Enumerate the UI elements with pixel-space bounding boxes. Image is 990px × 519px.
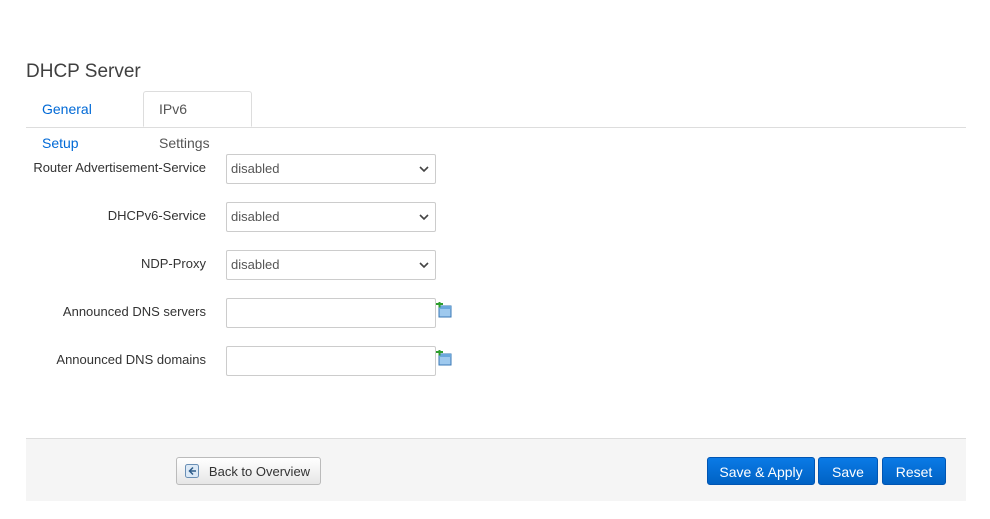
chevron-down-icon: [419, 214, 429, 221]
dhcpv6-label: DHCPv6-Service: [107, 208, 206, 223]
tab-general-setup[interactable]: General Setup: [26, 91, 142, 151]
router-advertisement-label: Router Advertisement-Service: [33, 160, 206, 175]
chevron-down-icon: [419, 166, 429, 173]
action-bar: Back to Overview Save & Apply Save Reset: [26, 438, 966, 501]
form-row-dns-servers: Announced DNS servers: [26, 298, 926, 328]
router-advertisement-select[interactable]: disabled: [226, 154, 436, 184]
form-row-router-advertisement: Router Advertisement-Service disabled: [26, 154, 926, 184]
tab-bar: General Setup IPv6 Settings: [26, 91, 966, 151]
ndp-proxy-label: NDP-Proxy: [140, 256, 206, 271]
back-to-overview-label: Back to Overview: [208, 464, 311, 479]
router-advertisement-value: disabled: [231, 161, 280, 176]
dhcpv6-select[interactable]: disabled: [226, 202, 436, 232]
dhcpv6-value: disabled: [231, 209, 280, 224]
back-to-overview-button[interactable]: Back to Overview: [176, 457, 321, 485]
dns-servers-label: Announced DNS servers: [62, 304, 206, 319]
reset-button[interactable]: Reset: [882, 457, 946, 485]
dns-domains-input[interactable]: [226, 346, 436, 376]
form-row-dns-domains: Announced DNS domains: [26, 346, 926, 376]
tab-ipv6-settings[interactable]: IPv6 Settings: [143, 91, 252, 151]
chevron-down-icon: [419, 262, 429, 269]
back-arrow-icon: [185, 464, 199, 478]
dns-domains-label: Announced DNS domains: [56, 352, 206, 367]
page: DHCP Server General Setup IPv6 Settings …: [0, 0, 990, 519]
form-row-dhcpv6: DHCPv6-Service disabled: [26, 202, 926, 232]
dns-servers-input[interactable]: [226, 298, 436, 328]
form-row-ndp-proxy: NDP-Proxy disabled: [26, 250, 926, 280]
add-entry-icon[interactable]: [436, 302, 452, 318]
save-button[interactable]: Save: [818, 457, 878, 485]
ndp-proxy-select[interactable]: disabled: [226, 250, 436, 280]
section-title: DHCP Server: [26, 61, 141, 82]
ndp-proxy-value: disabled: [231, 257, 280, 272]
save-apply-button[interactable]: Save & Apply: [707, 457, 815, 485]
add-entry-icon[interactable]: [436, 350, 452, 366]
